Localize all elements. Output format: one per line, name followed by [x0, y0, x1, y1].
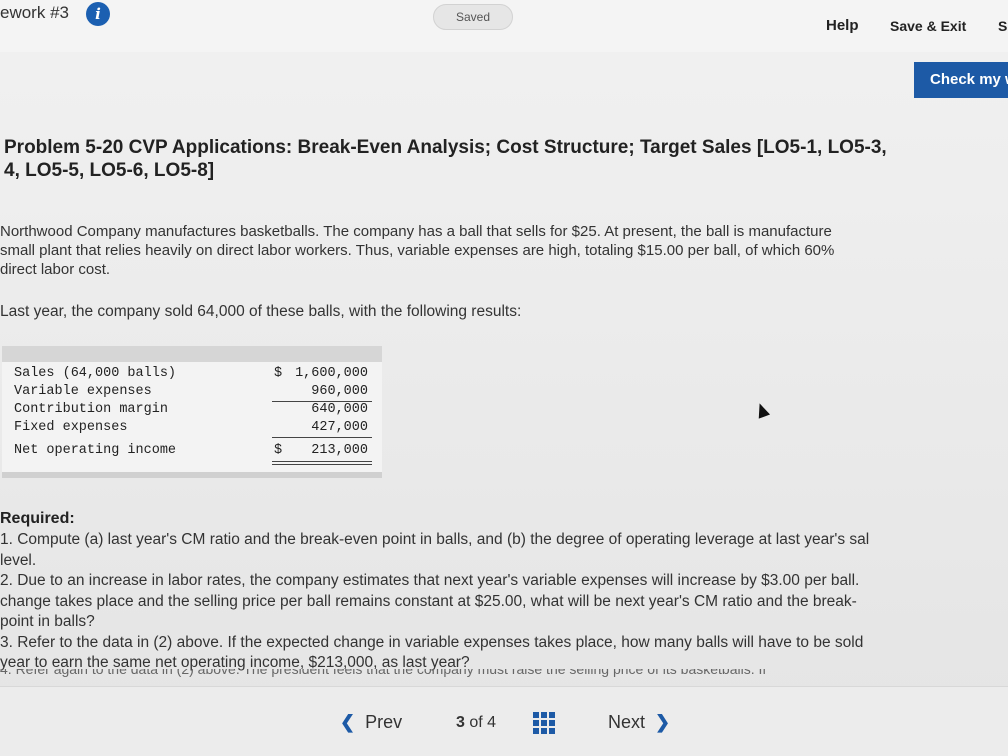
row-amount: 427,000	[311, 420, 368, 435]
required-questions: 1. Compute (a) last year's CM ratio and …	[0, 530, 1008, 674]
bottom-navigation-bar	[0, 686, 1008, 756]
mouse-cursor-icon	[753, 401, 771, 419]
row-label: Sales (64,000 balls)	[14, 366, 177, 381]
question-line-partial: 4. Refer again to the data in (2) above.…	[0, 669, 1008, 679]
row-amount: 213,000	[311, 443, 368, 458]
next-button[interactable]: Next ❯	[608, 712, 670, 733]
row-currency: $	[274, 366, 283, 381]
prev-button[interactable]: ❮ Prev	[340, 712, 402, 733]
intro-line: direct labor cost.	[0, 261, 111, 278]
info-icon[interactable]: i	[86, 2, 110, 26]
total-double-underline	[272, 464, 372, 465]
question-line: 1. Compute (a) last year's CM ratio and …	[0, 531, 870, 548]
question-line: point in balls?	[0, 613, 95, 630]
table-row: Contribution margin 640,000	[2, 402, 382, 420]
question-line: 2. Due to an increase in labor rates, th…	[0, 572, 860, 589]
problem-intro: Northwood Company manufactures basketbal…	[0, 222, 1008, 279]
page-indicator: 3 of 4	[456, 714, 496, 732]
chevron-right-icon: ❯	[655, 712, 671, 732]
question-partial-text: 4. Refer again to the data in (2) above.…	[0, 669, 767, 677]
total-double-underline	[272, 461, 372, 462]
income-statement-table: Sales (64,000 balls) $ 1,600,000 Variabl…	[2, 346, 382, 478]
question-line: change takes place and the selling price…	[0, 592, 857, 610]
results-lead: Last year, the company sold 64,000 of th…	[0, 303, 522, 320]
table-row: Net operating income $ 213,000	[2, 443, 382, 461]
intro-line: Northwood Company manufactures basketbal…	[0, 223, 832, 240]
row-label: Contribution margin	[14, 402, 168, 417]
save-exit-button[interactable]: Save & Exit	[890, 18, 966, 34]
row-amount: 1,600,000	[295, 366, 368, 381]
current-page: 3	[456, 714, 465, 731]
problem-title: Problem 5-20 CVP Applications: Break-Eve…	[4, 136, 1008, 182]
problem-title-line: 4, LO5-5, LO5-6, LO5-8]	[4, 160, 215, 181]
intro-line: small plant that relies heavily on direc…	[0, 242, 835, 259]
row-label: Fixed expenses	[14, 420, 128, 435]
row-amount: 960,000	[311, 384, 368, 399]
page-of: of	[469, 714, 483, 731]
top-bar: ework #3 i Saved Help Save & Exit S	[0, 0, 1008, 52]
assignment-title: ework #3	[0, 3, 69, 22]
table-row: Variable expenses 960,000	[2, 384, 382, 402]
next-label: Next	[608, 712, 646, 732]
saved-status: Saved	[433, 4, 513, 30]
grid-icon[interactable]	[533, 712, 555, 734]
prev-label: Prev	[365, 712, 403, 732]
help-link[interactable]: Help	[826, 17, 859, 34]
problem-title-line: Problem 5-20 CVP Applications: Break-Eve…	[4, 137, 887, 158]
row-amount: 640,000	[311, 402, 368, 417]
submit-button[interactable]: S	[998, 18, 1007, 34]
table-header-band	[2, 346, 382, 362]
check-my-work-button[interactable]: Check my w	[914, 62, 1008, 98]
row-currency: $	[274, 443, 283, 458]
question-line: level.	[0, 551, 37, 569]
table-row: Sales (64,000 balls) $ 1,600,000	[2, 366, 382, 384]
question-line: 3. Refer to the data in (2) above. If th…	[0, 633, 864, 651]
total-pages: 4	[487, 714, 497, 731]
row-label: Net operating income	[14, 443, 177, 458]
chevron-left-icon: ❮	[340, 712, 356, 732]
table-footer-band	[2, 472, 382, 478]
row-label: Variable expenses	[14, 384, 152, 399]
subtotal-underline	[272, 437, 372, 438]
required-heading: Required:	[0, 510, 75, 527]
table-row: Fixed expenses 427,000	[2, 420, 382, 438]
